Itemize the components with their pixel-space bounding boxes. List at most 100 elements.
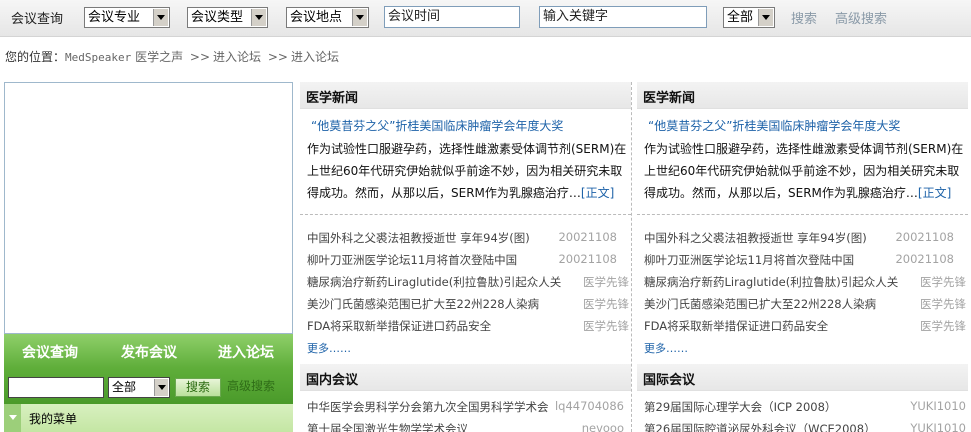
chevron-down-icon	[153, 9, 168, 26]
chevron-down-icon	[251, 9, 266, 26]
conference-item[interactable]: 第十届全国激光生物学学术会议 nevooo	[307, 421, 629, 432]
international-conference-panel: 国际会议 第29届国际心理学大会（ICP 2008） YUKI1010 第26届国…	[637, 364, 968, 432]
nav-conference-search[interactable]: 会议查询	[22, 342, 78, 362]
news-item-source: 医学先锋	[920, 319, 966, 333]
news-item-source: 医学先锋	[920, 275, 966, 289]
breadcrumb-label: 您的位置：	[5, 50, 66, 64]
left-scope-select[interactable]: 全部	[108, 377, 170, 398]
breadcrumb-item[interactable]: 进入论坛	[213, 50, 261, 64]
left-search-button[interactable]: 搜索	[175, 378, 221, 397]
news-item-title[interactable]: 中国外科之父裘法祖教授逝世 享年94岁(图)	[307, 230, 530, 246]
column-divider	[631, 82, 632, 432]
news-item[interactable]: 美沙门氏菌感染范围已扩大至22州228人染病 医学先锋	[644, 296, 966, 314]
news-item-title[interactable]: 柳叶刀亚洲医学论坛11月将首次登陆中国	[307, 252, 517, 268]
news-item-title[interactable]: 糖尿病治疗新药Liraglutide(利拉鲁肽)引起众人关	[644, 274, 898, 290]
news-item-title[interactable]: 柳叶刀亚洲医学论坛11月将首次登陆中国	[644, 252, 854, 268]
conference-item-title[interactable]: 第29届国际心理学大会（ICP 2008）	[644, 399, 836, 415]
news-item-title[interactable]: FDA将采取新举措保证进口药品安全	[307, 318, 491, 334]
location-select-value: 会议地点	[290, 10, 343, 25]
advanced-search-link[interactable]: 高级搜索	[835, 8, 887, 27]
panel-header: 国内会议	[300, 364, 631, 391]
news-headline[interactable]: “他莫昔芬之父”折桂美国临床肿瘤学会年度大奖	[648, 117, 900, 134]
scope-select[interactable]: 全部	[723, 7, 775, 28]
triangle-down-icon	[9, 415, 17, 420]
news-summary-text: 作为试验性口服避孕药，选择性雌激素受体调节剂(SERM)在上世纪60年代研究伊始…	[644, 142, 964, 200]
conference-item-title[interactable]: 第26届国际腔道泌尿外科会议（WCE2008）	[644, 421, 876, 432]
news-item-source: 医学先锋	[583, 297, 629, 311]
search-link[interactable]: 搜索	[791, 8, 817, 27]
news-headline[interactable]: “他莫昔芬之父”折桂美国临床肿瘤学会年度大奖	[311, 117, 563, 134]
news-item[interactable]: 柳叶刀亚洲医学论坛11月将首次登陆中国 20021108	[644, 252, 966, 270]
time-input[interactable]: 会议时间	[384, 6, 520, 28]
news-item-date: 20021108	[558, 252, 617, 266]
news-summary-text: 作为试验性口服避孕药，选择性雌激素受体调节剂(SERM)在上世纪60年代研究伊始…	[307, 142, 627, 200]
conference-search-title: 会议查询	[11, 12, 64, 27]
news-item-title[interactable]: 糖尿病治疗新药Liraglutide(利拉鲁肽)引起众人关	[307, 274, 561, 290]
specialty-select[interactable]: 会议专业	[84, 7, 170, 28]
more-link[interactable]: 更多……	[307, 340, 351, 356]
news-item-date: 20021108	[895, 230, 954, 244]
news-summary: 作为试验性口服避孕药，选择性雌激素受体调节剂(SERM)在上世纪60年代研究伊始…	[307, 138, 629, 204]
chevron-down-icon	[758, 9, 773, 26]
news-item-title[interactable]: 美沙门氏菌感染范围已扩大至22州228人染病	[307, 296, 539, 312]
read-more-link[interactable]: [正文]	[918, 186, 951, 200]
medical-news-panel: 医学新闻 “他莫昔芬之父”折桂美国临床肿瘤学会年度大奖 作为试验性口服避孕药，选…	[300, 82, 631, 360]
breadcrumb-site-suffix[interactable]: 医学之声	[131, 50, 183, 64]
news-item[interactable]: 中国外科之父裘法祖教授逝世 享年94岁(图) 20021108	[307, 230, 629, 248]
panel-title: 国际会议	[643, 373, 696, 388]
keyword-input[interactable]: 输入关键字	[539, 6, 707, 28]
type-select-value: 会议类型	[191, 10, 244, 25]
news-item-title[interactable]: 中国外科之父裘法祖教授逝世 享年94岁(图)	[644, 230, 867, 246]
news-item[interactable]: FDA将采取新举措保证进口药品安全 医学先锋	[644, 318, 966, 336]
conference-item[interactable]: 第29届国际心理学大会（ICP 2008） YUKI1010	[644, 399, 966, 417]
left-advanced-search-link[interactable]: 高级搜索	[227, 377, 275, 394]
news-item[interactable]: 糖尿病治疗新药Liraglutide(利拉鲁肽)引起众人关 医学先锋	[644, 274, 966, 292]
panel-title: 医学新闻	[643, 91, 696, 106]
news-item[interactable]: 美沙门氏菌感染范围已扩大至22州228人染病 医学先锋	[307, 296, 629, 314]
breadcrumb: 您的位置：MedSpeaker 医学之声 >> 进入论坛 >> 进入论坛	[5, 48, 339, 65]
breadcrumb-separator: >>	[189, 50, 211, 64]
conference-item-title[interactable]: 中华医学会男科学分会第九次全国男科学学术会	[307, 399, 549, 415]
news-summary: 作为试验性口服避孕药，选择性雌激素受体调节剂(SERM)在上世纪60年代研究伊始…	[644, 138, 966, 204]
chevron-down-icon	[352, 9, 367, 26]
location-select[interactable]: 会议地点	[286, 7, 369, 28]
conference-item-poster: YUKI1010	[910, 399, 966, 413]
scope-select-value: 全部	[727, 10, 754, 25]
news-item-title[interactable]: 美沙门氏菌感染范围已扩大至22州228人染病	[644, 296, 876, 312]
conference-item-poster: nevooo	[581, 421, 624, 432]
conference-item-title[interactable]: 第十届全国激光生物学学术会议	[307, 421, 468, 432]
news-item-date: 20021108	[895, 252, 954, 266]
news-item[interactable]: 中国外科之父裘法祖教授逝世 享年94岁(图) 20021108	[644, 230, 966, 248]
left-content-box	[4, 82, 293, 334]
news-item[interactable]: FDA将采取新举措保证进口药品安全 医学先锋	[307, 318, 629, 336]
my-menu-bar[interactable]: 我的菜单	[4, 404, 293, 432]
panel-header: 医学新闻	[637, 82, 968, 109]
conference-item-poster: lq44704086	[554, 399, 624, 413]
breadcrumb-item[interactable]: 进入论坛	[291, 50, 339, 64]
more-link[interactable]: 更多……	[644, 340, 688, 356]
chevron-down-icon	[154, 379, 168, 396]
news-item-title[interactable]: FDA将采取新举措保证进口药品安全	[644, 318, 828, 334]
divider	[300, 214, 631, 215]
news-item-source: 医学先锋	[920, 297, 966, 311]
conference-item[interactable]: 中华医学会男科学分会第九次全国男科学学术会 lq44704086	[307, 399, 629, 417]
breadcrumb-site-link[interactable]: MedSpeaker	[65, 51, 131, 64]
divider	[637, 214, 968, 215]
left-nav-bar: 会议查询 发布会议 进入论坛	[4, 334, 293, 368]
my-menu-label: 我的菜单	[29, 412, 78, 426]
nav-enter-forum[interactable]: 进入论坛	[218, 342, 274, 362]
top-search-bar: 会议查询 会议专业 会议类型 会议地点 会议时间 输入关键字 全部 搜索 高级搜…	[0, 0, 971, 37]
read-more-link[interactable]: [正文]	[581, 186, 614, 200]
type-select[interactable]: 会议类型	[187, 7, 268, 28]
conference-item[interactable]: 第26届国际腔道泌尿外科会议（WCE2008） YUKI1010	[644, 421, 966, 432]
panel-title: 国内会议	[306, 373, 359, 388]
news-item[interactable]: 柳叶刀亚洲医学论坛11月将首次登陆中国 20021108	[307, 252, 629, 270]
news-item-source: 医学先锋	[583, 319, 629, 333]
left-search-input[interactable]	[8, 377, 104, 398]
news-item-source: 医学先锋	[583, 275, 629, 289]
news-item[interactable]: 糖尿病治疗新药Liraglutide(利拉鲁肽)引起众人关 医学先锋	[307, 274, 629, 292]
panel-header: 国际会议	[637, 364, 968, 391]
nav-publish-conference[interactable]: 发布会议	[121, 342, 177, 362]
left-search-row: 全部 搜索 高级搜索	[4, 368, 293, 404]
specialty-select-value: 会议专业	[88, 10, 141, 25]
